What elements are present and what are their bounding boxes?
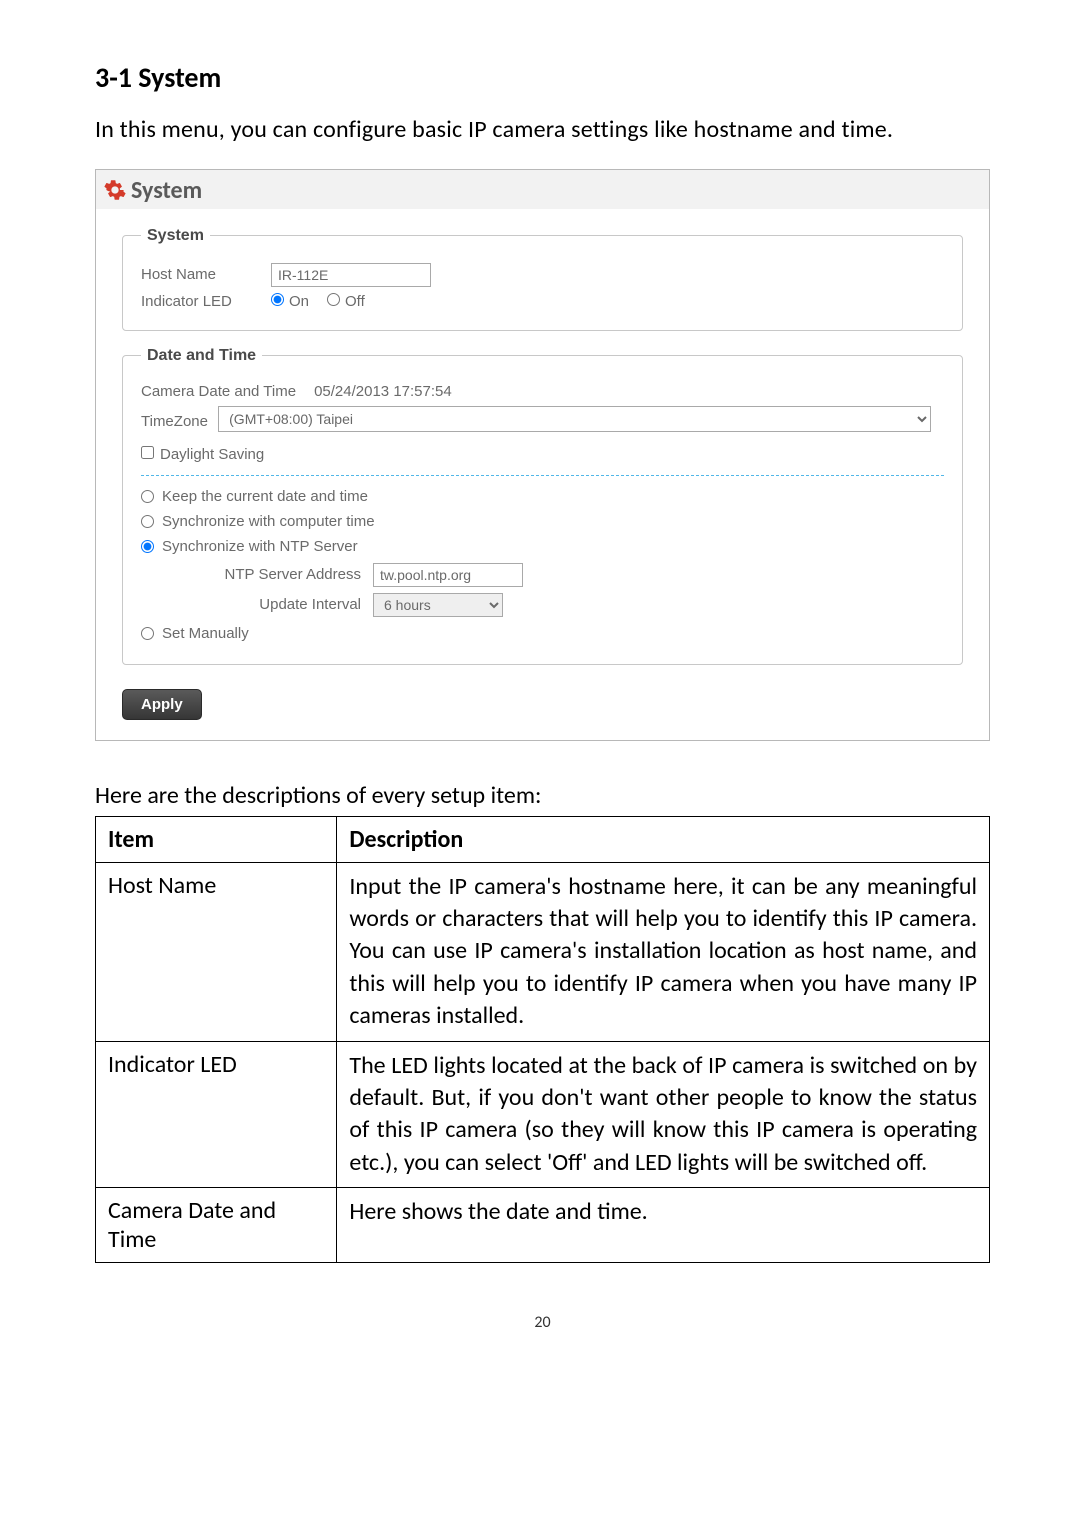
datetime-fieldset: Date and Time Camera Date and Time 05/24… bbox=[122, 347, 963, 665]
th-description: Description bbox=[337, 816, 990, 862]
system-legend: System bbox=[141, 227, 210, 245]
daylight-saving-checkbox[interactable]: Daylight Saving bbox=[141, 446, 264, 463]
sync-computer-label: Synchronize with computer time bbox=[162, 513, 375, 530]
cell-desc: Here shows the date and time. bbox=[337, 1188, 990, 1263]
datetime-legend: Date and Time bbox=[141, 347, 262, 365]
gear-icon bbox=[104, 179, 126, 201]
sync-ntp-radio[interactable]: Synchronize with NTP Server bbox=[141, 538, 944, 555]
set-manually-label: Set Manually bbox=[162, 625, 249, 642]
table-caption: Here are the descriptions of every setup… bbox=[95, 781, 990, 810]
indicator-on-label: On bbox=[289, 293, 309, 310]
cell-item: Camera Date and Time bbox=[96, 1188, 337, 1263]
cell-desc: The LED lights located at the back of IP… bbox=[337, 1041, 990, 1188]
camera-datetime-value: 05/24/2013 17:57:54 bbox=[314, 383, 452, 400]
section-heading: 3-1 System bbox=[95, 60, 990, 95]
system-panel-header: System bbox=[96, 170, 989, 209]
keep-current-radio[interactable]: Keep the current date and time bbox=[141, 488, 944, 505]
cell-desc: Input the IP camera's hostname here, it … bbox=[337, 862, 990, 1041]
sync-computer-radio[interactable]: Synchronize with computer time bbox=[141, 513, 944, 530]
cell-item: Host Name bbox=[96, 862, 337, 1041]
timezone-select[interactable]: (GMT+08:00) Taipei bbox=[218, 406, 931, 432]
system-settings-screenshot: System System Host Name Indicator LED On… bbox=[95, 169, 990, 741]
table-row: Indicator LED The LED lights located at … bbox=[96, 1041, 990, 1188]
host-name-input[interactable] bbox=[271, 263, 431, 287]
page-number: 20 bbox=[95, 1313, 990, 1332]
keep-current-label: Keep the current date and time bbox=[162, 488, 368, 505]
apply-button[interactable]: Apply bbox=[122, 689, 202, 720]
separator-line bbox=[141, 475, 944, 476]
intro-paragraph: In this menu, you can configure basic IP… bbox=[95, 113, 990, 147]
update-interval-select[interactable]: 6 hours bbox=[373, 593, 503, 617]
indicator-off-label: Off bbox=[345, 293, 365, 310]
daylight-saving-label: Daylight Saving bbox=[160, 446, 264, 463]
indicator-led-label: Indicator LED bbox=[141, 293, 271, 310]
table-row: Host Name Input the IP camera's hostname… bbox=[96, 862, 990, 1041]
system-fieldset: System Host Name Indicator LED On Off bbox=[122, 227, 963, 331]
table-row: Camera Date and Time Here shows the date… bbox=[96, 1188, 990, 1263]
system-panel-title: System bbox=[131, 176, 202, 205]
host-name-label: Host Name bbox=[141, 266, 271, 283]
set-manually-radio[interactable]: Set Manually bbox=[141, 625, 944, 642]
ntp-address-label: NTP Server Address bbox=[205, 566, 373, 583]
camera-datetime-label: Camera Date and Time bbox=[141, 383, 296, 400]
th-item: Item bbox=[96, 816, 337, 862]
cell-item: Indicator LED bbox=[96, 1041, 337, 1188]
indicator-on-radio[interactable]: On bbox=[271, 293, 309, 310]
description-table: Item Description Host Name Input the IP … bbox=[95, 816, 990, 1264]
ntp-address-input[interactable] bbox=[373, 563, 523, 587]
sync-ntp-label: Synchronize with NTP Server bbox=[162, 538, 358, 555]
timezone-label: TimeZone bbox=[141, 413, 208, 430]
indicator-off-radio[interactable]: Off bbox=[327, 293, 365, 310]
update-interval-label: Update Interval bbox=[205, 596, 373, 613]
